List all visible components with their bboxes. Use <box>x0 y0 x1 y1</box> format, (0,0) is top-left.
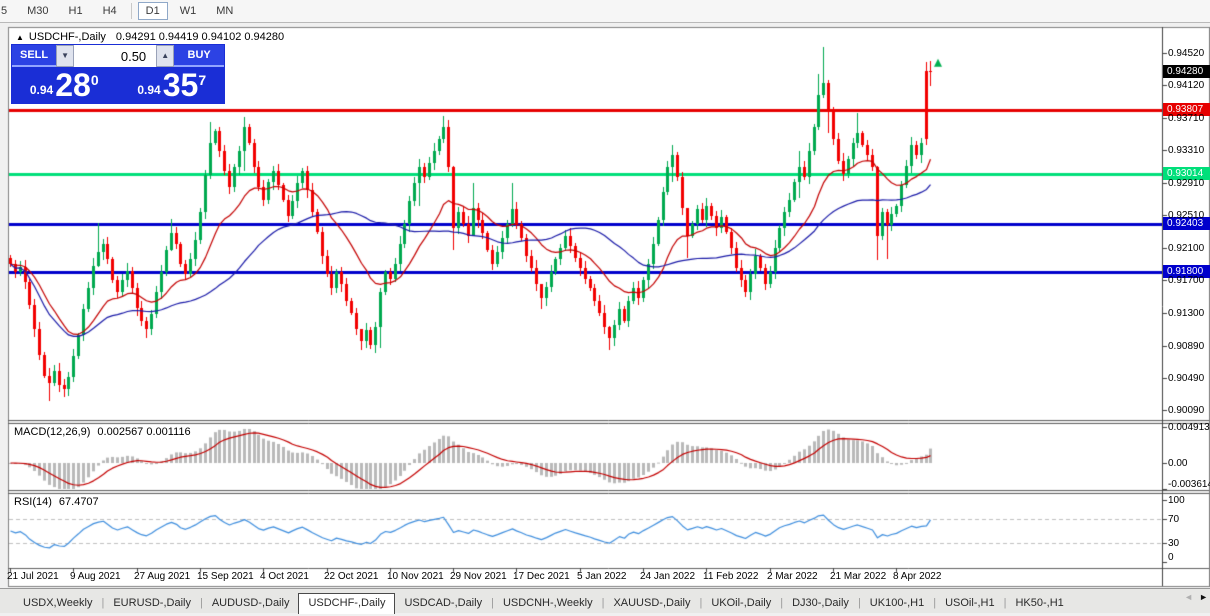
date-axis-label: 9 Aug 2021 <box>70 571 121 582</box>
tab-audusddaily[interactable]: AUDUSD-,Daily <box>203 594 299 613</box>
chart-ohlc-values: 0.94291 0.94419 0.94102 0.94280 <box>115 31 285 43</box>
date-axis-label: 11 Feb 2022 <box>703 571 759 582</box>
tab-usdxweekly[interactable]: USDX,Weekly <box>14 594 101 613</box>
date-axis-label: 17 Dec 2021 <box>513 571 570 582</box>
sell-price-small: 0.94 <box>29 83 54 97</box>
date-axis-label: 4 Oct 2021 <box>260 571 309 582</box>
macd-name: MACD(12,26,9) <box>14 426 91 438</box>
timeframe-button-m30[interactable]: M30 <box>19 2 56 20</box>
buy-price-sup: 7 <box>198 72 207 88</box>
macd-axis-tick: -0.003614 <box>1168 479 1210 490</box>
tab-usdcnhweekly[interactable]: USDCNH-,Weekly <box>494 594 602 613</box>
tab-hk50h1[interactable]: HK50-,H1 <box>1006 594 1072 613</box>
date-axis-label: 21 Jul 2021 <box>7 571 59 582</box>
tab-usdchfdaily[interactable]: USDCHF-,Daily <box>298 593 396 614</box>
rsi-axis-tick: 100 <box>1168 495 1185 506</box>
macd-label: MACD(12,26,9) 0.002567 0.001116 <box>14 426 191 438</box>
date-axis-label: 29 Nov 2021 <box>450 571 507 582</box>
timeframe-button-mn[interactable]: MN <box>208 2 241 20</box>
sell-price-sup: 0 <box>90 72 99 88</box>
rsi-name: RSI(14) <box>14 496 52 508</box>
trading-platform-window: 5 M30 H1 H4 D1 W1 MN ▲ USDCHF-,Daily 0.94291 0.9… <box>0 0 1210 616</box>
toolbar-separator <box>130 3 132 19</box>
price-axis-tick: 0.92510 <box>1168 209 1205 221</box>
rsi-axis-tick: 70 <box>1168 513 1180 525</box>
date-axis-label: 21 Mar 2022 <box>830 571 887 582</box>
volume-increase-button[interactable]: ▲ <box>156 45 175 67</box>
chart-title: ▲ USDCHF-,Daily 0.94291 0.94419 0.94102 0.… <box>16 31 284 43</box>
current-price-badge: 0.94280 <box>1163 65 1210 78</box>
buy-price[interactable]: 0.94 35 7 <box>120 67 225 101</box>
tab-scroll-left-icon[interactable]: ◄ <box>1184 592 1193 602</box>
rsi-axis-tick: 30 <box>1168 538 1180 550</box>
price-axis-tick: 0.90090 <box>1168 405 1205 417</box>
price-axis-tick: 0.90890 <box>1168 340 1205 352</box>
price-axis-tick: 0.93710 <box>1168 113 1205 125</box>
tab-usdcaddaily[interactable]: USDCAD-,Daily <box>395 594 491 613</box>
price-axis-tick: 0.92100 <box>1168 243 1205 255</box>
date-axis-label: 8 Apr 2022 <box>893 571 942 582</box>
rsi-axis-tick: 0 <box>1168 552 1174 563</box>
price-axis-tick: 0.91300 <box>1168 307 1205 319</box>
timeframe-button-h4[interactable]: H4 <box>95 2 125 20</box>
tab-xauusddaily[interactable]: XAUUSD-,Daily <box>604 594 699 613</box>
timeframe-button-d1[interactable]: D1 <box>137 2 168 20</box>
date-axis-label: 27 Aug 2021 <box>134 571 191 582</box>
macd-values: 0.002567 0.001116 <box>97 426 191 438</box>
tab-eurusddaily[interactable]: EURUSD-,Daily <box>104 594 200 613</box>
price-axis-tick: 0.92910 <box>1168 177 1205 189</box>
sell-button[interactable]: SELL <box>12 45 57 67</box>
tab-usoilh1[interactable]: USOil-,H1 <box>936 594 1004 613</box>
buy-price-small: 0.94 <box>137 83 161 97</box>
tab-scroll-right-icon[interactable]: ► <box>1199 592 1208 602</box>
one-click-trade-panel: SELL ▼ ▲ BUY 0.94 28 0 0.94 35 7 <box>12 45 225 103</box>
date-axis-label: 24 Jan 2022 <box>640 571 696 582</box>
price-axis-tick: 0.91700 <box>1168 275 1205 287</box>
symbol-tab-bar: USDX,Weekly | EURUSD-,Daily | AUDUSD-,Daily U… <box>0 588 1210 614</box>
chart-symbol-label: USDCHF-,Daily <box>28 31 106 43</box>
tab-dj30daily[interactable]: DJ30-,Daily <box>783 594 858 613</box>
sell-price[interactable]: 0.94 28 0 <box>12 67 117 101</box>
volume-decrease-button[interactable]: ▼ <box>56 45 75 67</box>
buy-price-big: 35 <box>162 67 199 103</box>
timeframe-toolbar: 5 M30 H1 H4 D1 W1 MN <box>0 0 1210 23</box>
tab-scroll-nav: ◄ ► <box>1184 592 1208 602</box>
macd-axis-tick: 0.00 <box>1168 458 1188 469</box>
price-axis-tick: 0.90490 <box>1168 373 1205 385</box>
date-axis-label: 5 Jan 2022 <box>577 571 627 582</box>
price-axis-tick: 0.94120 <box>1168 79 1205 91</box>
date-axis-label: 22 Oct 2021 <box>324 571 379 582</box>
timeframe-button-h1[interactable]: H1 <box>61 2 91 20</box>
date-axis-label: 2 Mar 2022 <box>767 571 818 582</box>
tab-bar-edge <box>0 589 14 613</box>
tab-ukoildaily[interactable]: UKOil-,Daily <box>702 594 780 613</box>
date-axis-label: 15 Sep 2021 <box>197 571 254 582</box>
price-axis-tick: 0.93310 <box>1168 145 1205 157</box>
expand-triangle-icon[interactable]: ▲ <box>16 33 24 42</box>
tab-uk100h1[interactable]: UK100-,H1 <box>861 594 933 613</box>
timeframe-button-w1[interactable]: W1 <box>172 2 205 20</box>
date-axis-label: 10 Nov 2021 <box>387 571 444 582</box>
sell-price-big: 28 <box>55 67 91 103</box>
timeframe-button-5[interactable]: 5 <box>0 2 15 20</box>
rsi-label: RSI(14) 67.4707 <box>14 496 99 508</box>
buy-button[interactable]: BUY <box>174 45 225 67</box>
rsi-value: 67.4707 <box>58 496 99 508</box>
price-axis-tick: 0.94520 <box>1168 47 1205 59</box>
macd-axis-tick: 0.004913 <box>1168 422 1210 433</box>
volume-input[interactable] <box>74 45 157 67</box>
